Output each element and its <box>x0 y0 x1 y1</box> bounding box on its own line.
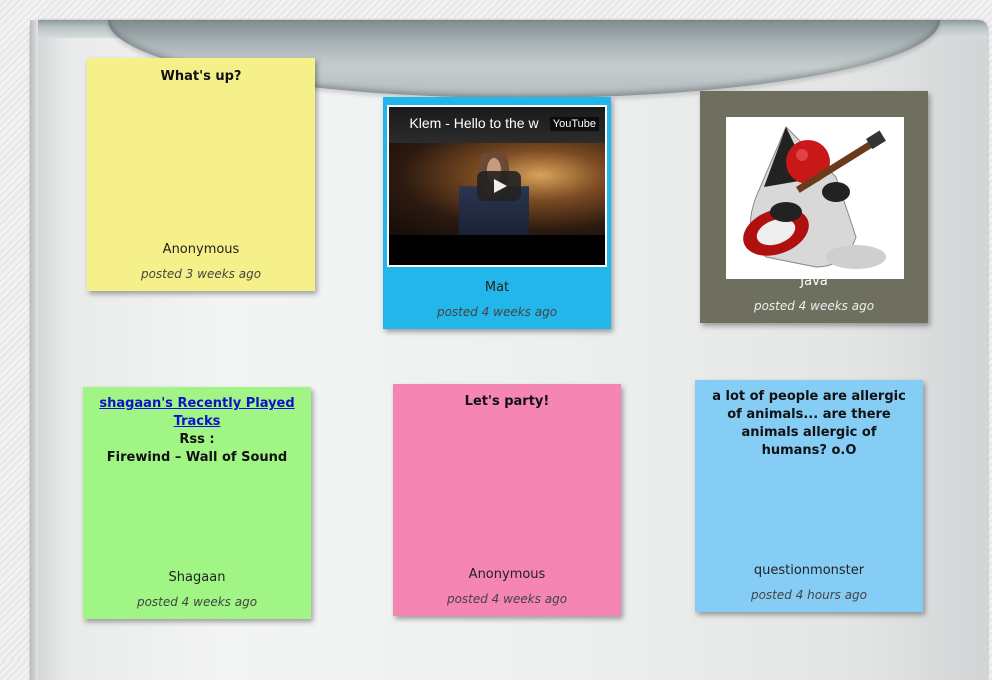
note-posted-time: posted 3 weeks ago <box>140 267 262 281</box>
note-track-name: Firewind – Wall of Sound <box>106 450 288 465</box>
sticky-note-java[interactable]: Java posted 4 weeks ago <box>700 91 928 323</box>
note-title: Let's party! <box>464 394 550 409</box>
sticky-note-question[interactable]: a lot of people are allergic of animals.… <box>695 380 923 612</box>
sticky-note-recent-tracks[interactable]: shagaan's Recently Played Tracks Rss : F… <box>83 387 311 619</box>
note-author: questionmonster <box>753 563 865 578</box>
youtube-video-embed[interactable]: Klem - Hello to the w YouTube <box>387 105 607 267</box>
note-title: What's up? <box>160 69 242 84</box>
note-rss-label: Rss : <box>179 432 215 447</box>
sticky-note-video[interactable]: Klem - Hello to the w YouTube Mat posted… <box>383 97 611 329</box>
note-author: Shagaan <box>168 570 226 585</box>
note-author: Mat <box>484 280 510 295</box>
note-posted-time: posted 4 hours ago <box>750 588 868 602</box>
note-author: Anonymous <box>162 242 240 257</box>
java-duke-guitar-image <box>726 117 904 279</box>
note-title: shagaan's Recently Played Tracks <box>83 395 311 431</box>
note-posted-time: posted 4 weeks ago <box>136 595 258 609</box>
fridge-side-shade <box>30 20 38 680</box>
note-author: Java <box>800 274 828 289</box>
video-title-bar: Klem - Hello to the w YouTube <box>389 107 605 143</box>
youtube-logo[interactable]: YouTube <box>549 117 599 131</box>
note-posted-time: posted 4 weeks ago <box>436 305 558 319</box>
video-title[interactable]: Klem - Hello to the w <box>399 115 549 131</box>
note-posted-time: posted 4 weeks ago <box>446 592 568 606</box>
note-title: a lot of people are allergic of animals.… <box>712 389 906 458</box>
sticky-note-party[interactable]: Let's party! Anonymous posted 4 weeks ag… <box>393 384 621 616</box>
play-icon[interactable] <box>477 171 521 201</box>
recent-tracks-link[interactable]: shagaan's Recently Played Tracks <box>99 396 294 429</box>
note-posted-time: posted 4 weeks ago <box>753 299 875 313</box>
note-author: Anonymous <box>468 567 546 582</box>
sticky-note-whats-up[interactable]: What's up? Anonymous posted 3 weeks ago <box>87 58 315 291</box>
